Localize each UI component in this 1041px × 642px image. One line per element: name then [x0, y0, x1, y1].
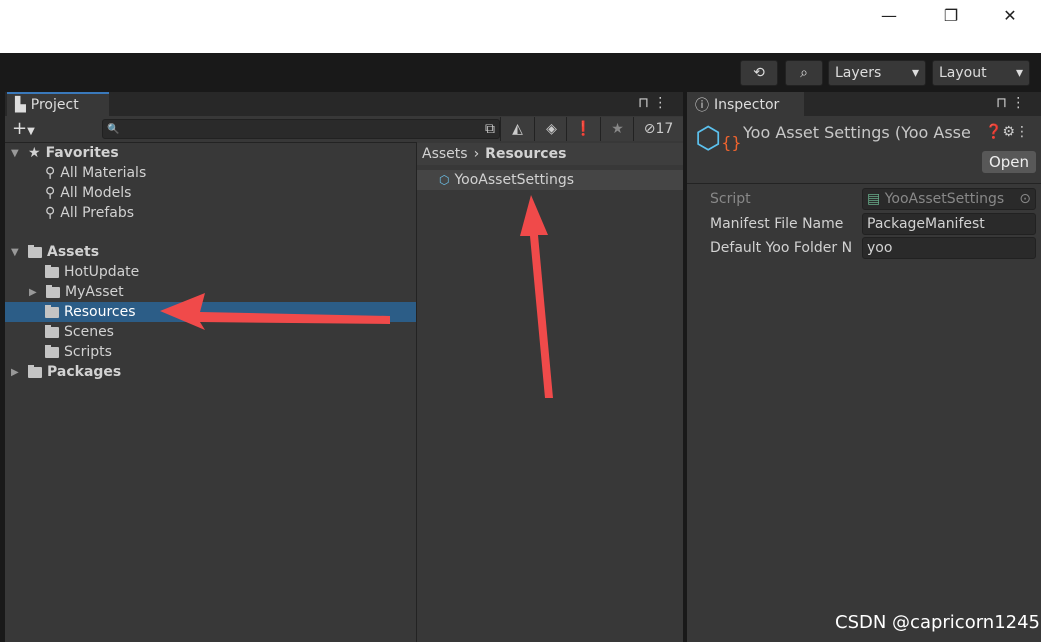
arrow-to-resources — [160, 293, 390, 330]
annotation-arrows — [160, 195, 553, 398]
arrow-to-file — [520, 195, 553, 398]
watermark: CSDN @capricorn1245 — [835, 612, 1041, 633]
